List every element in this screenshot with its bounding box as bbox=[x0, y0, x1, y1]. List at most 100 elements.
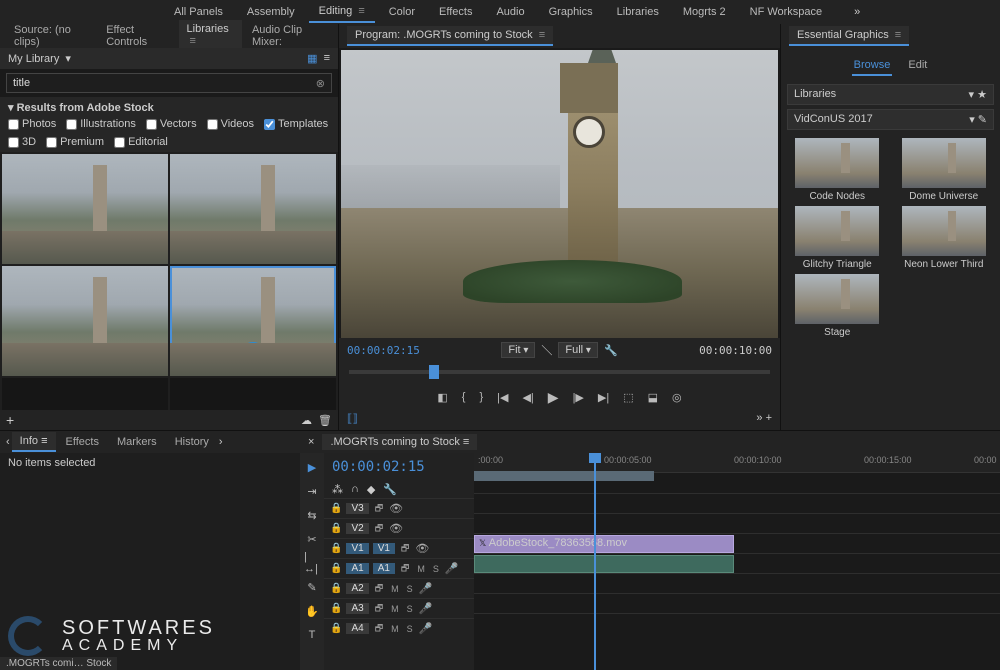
mark-in-icon[interactable]: ◧ bbox=[437, 391, 447, 404]
tab-history[interactable]: History bbox=[167, 433, 217, 451]
track-header-a2[interactable]: 🔒A2🗗MS🎤 bbox=[324, 578, 474, 598]
eye-icon[interactable]: 👁 bbox=[389, 502, 403, 515]
bracket-in-icon[interactable]: { bbox=[462, 391, 466, 403]
step-fwd-icon[interactable]: |▶ bbox=[573, 391, 584, 404]
slip-tool-icon[interactable]: |↔| bbox=[304, 555, 320, 571]
stock-thumb-selected[interactable]: ✓ bbox=[170, 266, 336, 376]
lock-icon[interactable]: 🔒 bbox=[330, 603, 342, 614]
stock-thumb-empty[interactable] bbox=[2, 378, 168, 410]
ws-nf[interactable]: NF Workspace bbox=[740, 2, 833, 22]
ws-editing[interactable]: Editing ≡ bbox=[309, 1, 375, 23]
hand-tool-icon[interactable]: ✋ bbox=[304, 603, 320, 619]
zoom-dropdown[interactable]: Fit ▾ bbox=[501, 342, 535, 358]
track-select-tool-icon[interactable]: ⇥ bbox=[304, 483, 320, 499]
chevron-right-icon[interactable]: › bbox=[219, 436, 223, 448]
go-in-icon[interactable]: |◀ bbox=[497, 391, 508, 404]
eye-icon[interactable]: 👁 bbox=[415, 542, 429, 555]
add-item-icon[interactable]: + bbox=[6, 412, 14, 428]
ws-overflow-icon[interactable]: » bbox=[854, 6, 860, 18]
tab-program[interactable]: Program: .MOGRTs coming to Stock ≡ bbox=[347, 26, 553, 46]
ws-all-panels[interactable]: All Panels bbox=[164, 2, 233, 22]
timeline-playhead[interactable] bbox=[594, 453, 596, 670]
eg-item[interactable]: Glitchy Triangle bbox=[787, 206, 888, 270]
ws-mogrts2[interactable]: Mogrts 2 bbox=[673, 2, 736, 22]
ws-assembly[interactable]: Assembly bbox=[237, 2, 305, 22]
menu-icon[interactable]: ≡ bbox=[358, 5, 364, 17]
stock-thumb[interactable] bbox=[2, 266, 168, 376]
lock-icon[interactable]: 🔒 bbox=[330, 503, 342, 514]
ripple-tool-icon[interactable]: ⇆ bbox=[304, 507, 320, 523]
stock-results-header[interactable]: ▾ Results from Adobe Stock bbox=[8, 101, 330, 114]
tab-info[interactable]: Info ≡ bbox=[12, 432, 56, 452]
selection-tool-icon[interactable]: ▶ bbox=[304, 459, 320, 475]
timecode-in[interactable]: 00:00:02:15 bbox=[347, 344, 420, 357]
tab-markers[interactable]: Markers bbox=[109, 433, 165, 451]
lock-icon[interactable]: 🔒 bbox=[330, 543, 342, 554]
eg-item[interactable]: Code Nodes bbox=[787, 138, 888, 202]
ws-graphics[interactable]: Graphics bbox=[539, 2, 603, 22]
pen-tool-icon[interactable]: ✎ bbox=[304, 579, 320, 595]
filter-vectors[interactable]: Vectors bbox=[146, 118, 197, 130]
program-monitor[interactable] bbox=[341, 50, 778, 338]
audio-clip[interactable] bbox=[474, 555, 734, 573]
type-tool-icon[interactable]: T bbox=[304, 627, 320, 643]
track-header-a1[interactable]: 🔒A1A1🗗MS🎤 bbox=[324, 558, 474, 578]
track-header-v3[interactable]: 🔒V3🗗👁 bbox=[324, 498, 474, 518]
time-ruler[interactable]: :00:00 00:00:05:00 00:00:10:00 00:00:15:… bbox=[474, 453, 1000, 473]
ws-audio[interactable]: Audio bbox=[486, 2, 534, 22]
lock-icon[interactable]: 🔒 bbox=[330, 563, 342, 574]
tab-audio-mixer[interactable]: Audio Clip Mixer: bbox=[244, 21, 332, 51]
track-header-v1[interactable]: 🔒V1V1🗗👁 bbox=[324, 538, 474, 558]
tab-essential-graphics[interactable]: Essential Graphics ≡ bbox=[789, 26, 909, 46]
chevron-left-icon[interactable]: ‹ bbox=[6, 436, 10, 448]
filter-photos[interactable]: Photos bbox=[8, 118, 56, 130]
lock-icon[interactable]: 🔒 bbox=[330, 523, 342, 534]
menu-icon[interactable]: ≡ bbox=[539, 29, 545, 41]
expand-icon[interactable]: » + bbox=[756, 412, 772, 430]
filter-videos[interactable]: Videos bbox=[207, 118, 254, 130]
go-out-icon[interactable]: ▶| bbox=[598, 391, 609, 404]
timeline-timecode[interactable]: 00:00:02:15 bbox=[324, 453, 474, 481]
menu-icon[interactable]: ≡ bbox=[895, 29, 901, 41]
filter-templates[interactable]: Templates bbox=[264, 118, 328, 130]
eye-icon[interactable]: 👁 bbox=[389, 522, 403, 535]
track-header-a3[interactable]: 🔒A3🗗MS🎤 bbox=[324, 598, 474, 618]
filter-illustrations[interactable]: Illustrations bbox=[66, 118, 136, 130]
snap-icon[interactable]: ⁂ bbox=[332, 483, 343, 496]
ws-color[interactable]: Color bbox=[379, 2, 425, 22]
eg-source-dropdown[interactable]: Libraries▾ ★ bbox=[787, 84, 994, 105]
lock-icon[interactable]: 🔒 bbox=[330, 623, 342, 634]
stock-thumb-collapse[interactable] bbox=[170, 378, 336, 410]
trash-icon[interactable]: 🗑 bbox=[318, 414, 332, 427]
clear-search-icon[interactable]: ⊗ bbox=[310, 77, 331, 90]
link-icon[interactable]: ∩ bbox=[351, 483, 359, 496]
eg-tab-browse[interactable]: Browse bbox=[852, 56, 893, 76]
sequence-tab[interactable]: .MOGRTs coming to Stock ≡ bbox=[322, 434, 477, 450]
filter-premium[interactable]: Premium bbox=[46, 136, 104, 148]
cloud-sync-icon[interactable]: ☁ bbox=[301, 414, 312, 427]
tab-effects2[interactable]: Effects bbox=[58, 433, 107, 451]
quality-dropdown[interactable]: Full ▾ bbox=[558, 342, 598, 358]
tab-source[interactable]: Source: (no clips) bbox=[6, 21, 96, 51]
grid-view-icon[interactable]: ▦ bbox=[307, 52, 317, 65]
filter-editorial[interactable]: Editorial bbox=[114, 136, 168, 148]
lift-icon[interactable]: ⬚ bbox=[623, 391, 633, 404]
video-clip[interactable]: 𝕏 AdobeStock_78363568.mov bbox=[474, 535, 734, 553]
ws-libraries[interactable]: Libraries bbox=[607, 2, 669, 22]
step-back-icon[interactable]: ◀| bbox=[522, 391, 533, 404]
timeline-tracks-area[interactable]: :00:00 00:00:05:00 00:00:10:00 00:00:15:… bbox=[474, 453, 1000, 670]
eg-item[interactable]: Stage bbox=[787, 274, 888, 338]
search-input[interactable] bbox=[7, 74, 310, 92]
library-dropdown[interactable]: My Library ▾ bbox=[8, 52, 71, 65]
playhead-icon[interactable] bbox=[429, 365, 439, 379]
eg-item[interactable]: Dome Universe bbox=[894, 138, 995, 202]
bracket-out-icon[interactable]: } bbox=[479, 391, 483, 403]
settings-icon[interactable]: 🔧 bbox=[604, 344, 618, 357]
lock-icon[interactable]: 🔒 bbox=[330, 583, 342, 594]
export-frame-icon[interactable]: ◎ bbox=[672, 391, 682, 404]
play-icon[interactable]: ▶ bbox=[548, 389, 559, 406]
tab-effect-controls[interactable]: Effect Controls bbox=[98, 21, 176, 51]
trim-mode-icon[interactable]: ⟦⟧ bbox=[347, 412, 358, 430]
extract-icon[interactable]: ⬓ bbox=[648, 391, 658, 404]
filter-3d[interactable]: 3D bbox=[8, 136, 36, 148]
